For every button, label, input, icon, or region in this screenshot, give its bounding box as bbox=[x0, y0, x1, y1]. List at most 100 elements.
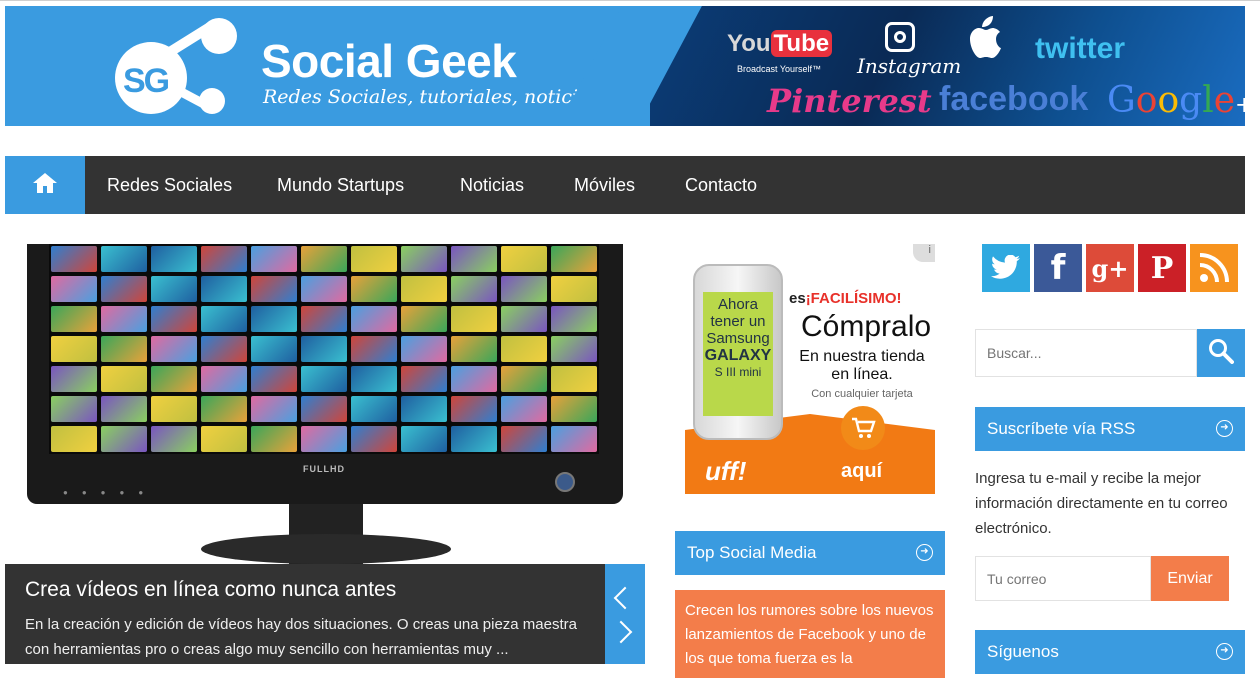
ad-headline: es¡FACILÍSIMO! bbox=[789, 290, 902, 307]
header-banner[interactable]: SG Social Geek Redes Sociales, tutoriale… bbox=[5, 6, 1245, 126]
video-thumbnail bbox=[251, 246, 297, 272]
video-thumbnail bbox=[251, 336, 297, 362]
widget-title: Síguenos bbox=[987, 642, 1059, 661]
follow-us-header[interactable]: Síguenos ➜ bbox=[975, 630, 1245, 674]
twitter-icon[interactable] bbox=[982, 244, 1030, 292]
google-letter: g bbox=[1179, 80, 1203, 121]
video-thumbnail bbox=[451, 246, 497, 272]
main-nav: Redes Sociales Mundo Startups Noticias M… bbox=[5, 156, 1245, 214]
video-thumbnail bbox=[101, 336, 147, 362]
video-thumbnail bbox=[301, 366, 347, 392]
google-letter: l bbox=[1202, 80, 1214, 121]
ad-cta[interactable]: aquí bbox=[841, 460, 882, 483]
rss-subscribe-header[interactable]: Suscríbete vía RSS ➜ bbox=[975, 407, 1245, 451]
nav-item-redes-sociales[interactable]: Redes Sociales bbox=[107, 156, 232, 214]
video-thumbnail bbox=[101, 276, 147, 302]
nav-item-moviles[interactable]: Móviles bbox=[574, 156, 635, 214]
rss-description: Ingresa tu e-mail y recibe la mejor info… bbox=[975, 470, 1228, 537]
slide-nav bbox=[605, 564, 645, 664]
apple-icon bbox=[963, 14, 1003, 71]
ad-note: Con cualquier tarjeta bbox=[811, 388, 913, 400]
video-thumbnail bbox=[251, 276, 297, 302]
video-thumbnail bbox=[201, 426, 247, 452]
video-thumbnail bbox=[401, 246, 447, 272]
nav-item-mundo-startups[interactable]: Mundo Startups bbox=[277, 156, 404, 214]
video-thumbnail bbox=[51, 426, 97, 452]
email-field[interactable] bbox=[975, 556, 1151, 601]
site-title[interactable]: Social Geek bbox=[261, 34, 517, 88]
chevron-right-icon[interactable] bbox=[609, 620, 633, 644]
monitor-brand-label: FULLHD bbox=[303, 464, 345, 474]
video-thumbnail bbox=[251, 306, 297, 332]
logo-node bbox=[201, 18, 237, 54]
ad-brand-logo: uff! bbox=[705, 456, 747, 486]
video-thumbnail bbox=[101, 246, 147, 272]
video-thumbnail bbox=[201, 396, 247, 422]
google-plus-icon[interactable]: g+ bbox=[1086, 244, 1134, 292]
featured-slider[interactable]: ●●●●● FULLHD Crea vídeos en línea como n… bbox=[5, 244, 645, 664]
search-input[interactable] bbox=[975, 329, 1197, 377]
video-thumbnail bbox=[151, 366, 197, 392]
phone-text: tener un bbox=[710, 313, 766, 330]
google-letter: o bbox=[1135, 80, 1158, 121]
video-thumbnail bbox=[451, 396, 497, 422]
video-thumbnail bbox=[551, 426, 597, 452]
slide-caption[interactable]: Crea vídeos en línea como nunca antes En… bbox=[5, 564, 605, 664]
video-thumbnail bbox=[551, 276, 597, 302]
top-social-media-header[interactable]: Top Social Media ➜ bbox=[675, 531, 945, 575]
video-thumbnail bbox=[401, 276, 447, 302]
google-letter: G bbox=[1107, 80, 1136, 121]
video-thumbnail bbox=[401, 426, 447, 452]
video-thumbnail bbox=[551, 246, 597, 272]
phone-screen: Ahora tener un Samsung GALAXY S III mini bbox=[703, 292, 773, 416]
search-button[interactable] bbox=[1197, 329, 1245, 377]
nav-item-contacto[interactable]: Contacto bbox=[685, 156, 757, 214]
video-thumbnail bbox=[501, 366, 547, 392]
nav-home-button[interactable] bbox=[5, 156, 85, 214]
video-thumbnail bbox=[551, 366, 597, 392]
nav-item-noticias[interactable]: Noticias bbox=[460, 156, 524, 214]
video-thumbnail bbox=[151, 276, 197, 302]
video-thumbnail bbox=[401, 366, 447, 392]
instagram-logo: Instagram bbox=[857, 54, 962, 78]
youtube-you: You bbox=[727, 30, 771, 57]
video-thumbnail bbox=[401, 336, 447, 362]
shopping-cart-icon bbox=[841, 406, 885, 450]
widget-title: Top Social Media bbox=[687, 543, 817, 562]
video-thumbnail bbox=[451, 336, 497, 362]
ad-headline-prefix: es bbox=[789, 290, 806, 307]
video-thumbnail bbox=[51, 366, 97, 392]
chevron-left-icon[interactable] bbox=[613, 586, 637, 610]
video-thumbnail bbox=[251, 396, 297, 422]
facebook-glyph: f bbox=[1050, 248, 1066, 288]
facebook-icon[interactable]: f bbox=[1034, 244, 1082, 292]
youtube-tagline: Broadcast Yourself™ bbox=[737, 64, 822, 74]
video-thumbnail bbox=[301, 426, 347, 452]
slide-title[interactable]: Crea vídeos en línea como nunca antes bbox=[25, 578, 585, 602]
video-thumbnail bbox=[101, 306, 147, 332]
video-thumbnail bbox=[451, 426, 497, 452]
ad-subtitle: En nuestra tienda en línea. bbox=[799, 348, 925, 383]
site-tagline: Redes Sociales, tutoriales, noticias bbox=[263, 86, 600, 108]
pinterest-icon[interactable]: P bbox=[1138, 244, 1186, 292]
subscribe-button[interactable]: Enviar bbox=[1151, 556, 1229, 601]
google-plus-glyph: g+ bbox=[1091, 253, 1129, 283]
video-thumbnail bbox=[551, 306, 597, 332]
video-thumbnail bbox=[451, 306, 497, 332]
video-thumbnail bbox=[501, 306, 547, 332]
rss-icon[interactable] bbox=[1190, 244, 1238, 292]
arrow-right-circle-icon: ➜ bbox=[1216, 420, 1233, 437]
video-thumbnail bbox=[351, 336, 397, 362]
widget-title: Suscríbete vía RSS bbox=[987, 419, 1136, 438]
video-thumbnail bbox=[51, 336, 97, 362]
video-thumbnail bbox=[201, 336, 247, 362]
ad-info-icon[interactable]: i bbox=[913, 244, 935, 262]
video-thumbnail bbox=[151, 426, 197, 452]
monitor-screen bbox=[49, 244, 599, 454]
slide-image-monitor: ●●●●● FULLHD bbox=[27, 244, 623, 504]
advertisement-banner[interactable]: i Ahora tener un Samsung GALAXY S III mi… bbox=[685, 244, 935, 494]
news-teaser[interactable]: Crecen los rumores sobre los nuevos lanz… bbox=[675, 590, 945, 678]
video-thumbnail bbox=[301, 306, 347, 332]
power-button-icon bbox=[555, 472, 575, 492]
video-thumbnail bbox=[51, 396, 97, 422]
